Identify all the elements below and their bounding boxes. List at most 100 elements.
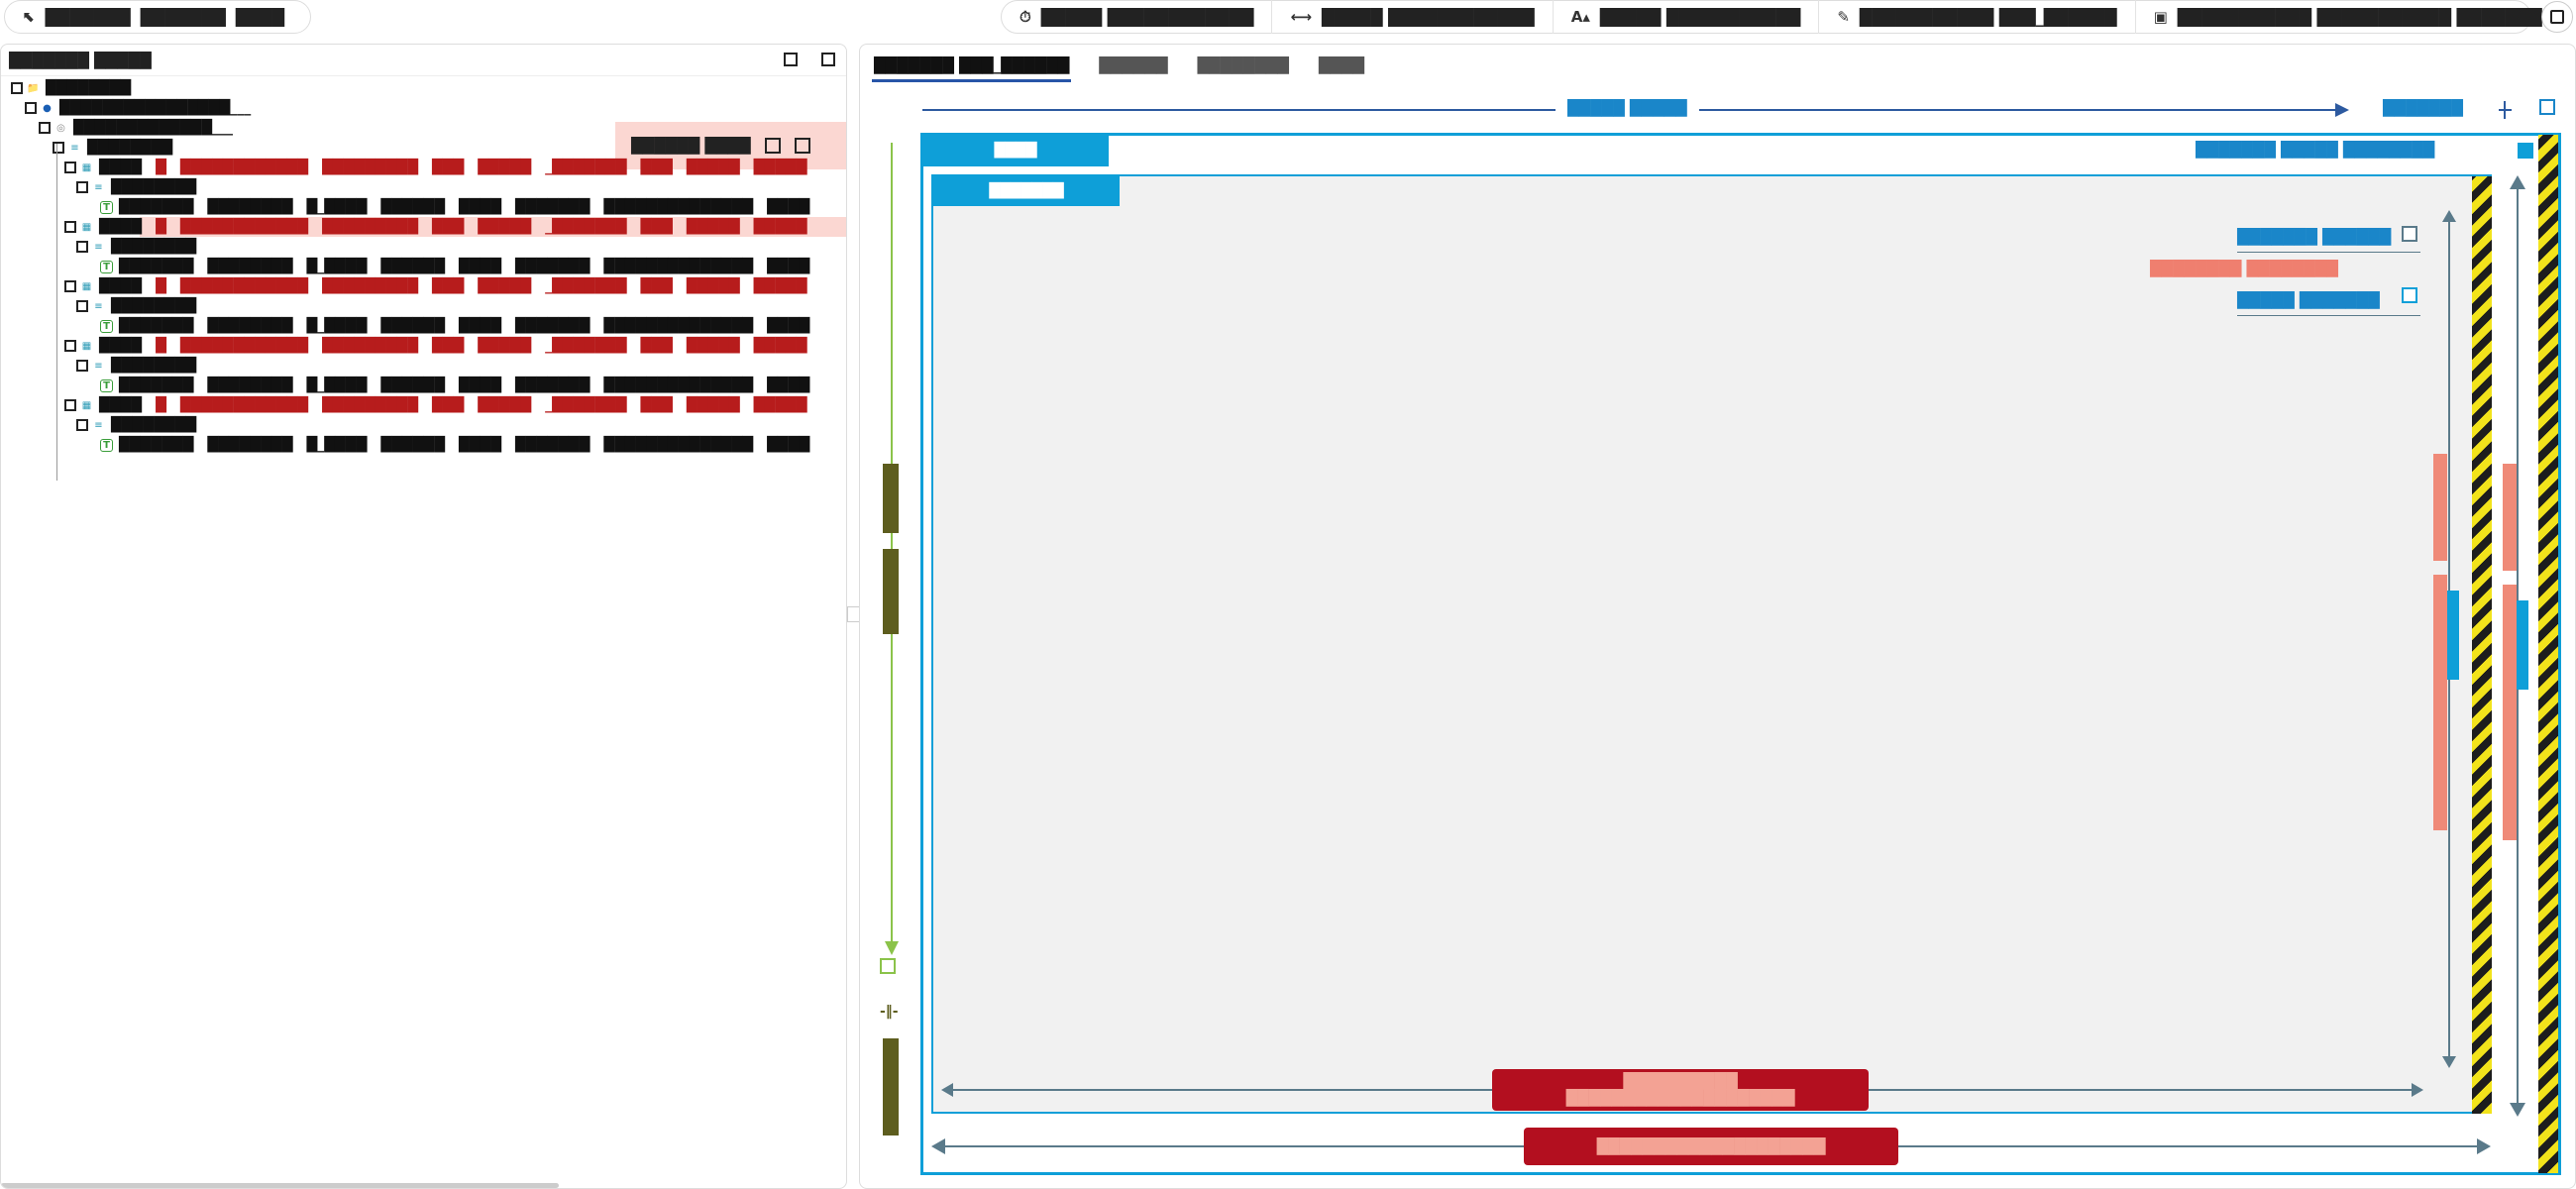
expand-toggle[interactable]: [76, 360, 88, 372]
toolbar-button-3[interactable]: ✎ ███████████ ███_██████: [1819, 0, 2136, 34]
diagram-tab-0[interactable]: ███████ ███_██████: [872, 53, 1072, 82]
salmon-bar: [2503, 585, 2517, 840]
tree-row[interactable]: ≡ ████████: [76, 415, 210, 435]
tree-row[interactable]: ▦ ████ █ ████████████ █████████ ███ █████ _████…: [64, 276, 821, 296]
tree-label: █████████████___: [73, 120, 233, 136]
tree-row[interactable]: 📁 ████████: [11, 78, 145, 98]
tree-row[interactable]: ≡ ████████: [76, 237, 210, 257]
underline-2: [2237, 315, 2420, 316]
select-tool-button[interactable]: ⬉ ███████ ███████ ████: [5, 0, 302, 34]
expand-toggle[interactable]: [64, 399, 76, 411]
toolbar-button-label: ███████████ ███_██████: [1859, 7, 2117, 27]
tree-text-token: ████: [458, 437, 502, 453]
tree-attribute-red: █: [156, 278, 166, 294]
tree-text-token: ████: [458, 199, 502, 215]
hatched-stripe-outer: [2538, 135, 2558, 1173]
expand-toggle[interactable]: [76, 300, 88, 312]
toolbar-button-label: █████ ████████████: [1321, 7, 1535, 27]
tree-attribute-red: █████████: [322, 160, 418, 175]
text-icon: T: [100, 260, 113, 273]
expand-toggle[interactable]: [39, 122, 51, 134]
tree-text-token: ███████: [119, 437, 194, 453]
expand-toggle[interactable]: [25, 102, 37, 114]
tree-row[interactable]: ≡ ████████: [76, 356, 210, 376]
expand-all-button[interactable]: [821, 53, 835, 66]
tree-row[interactable]: T ███████ ████████ █_████ ██████ ████ ███████ █…: [100, 257, 823, 276]
diagram-tab-2[interactable]: ████████: [1196, 53, 1291, 82]
blue-bar: [2447, 591, 2459, 680]
toolbar-button-label: █████ ████████████: [1040, 7, 1254, 27]
diagram-tab-1[interactable]: ██████: [1097, 53, 1169, 82]
inner-handle-2[interactable]: [2402, 287, 2417, 303]
tree-text-token: ███████: [515, 318, 590, 334]
expand-toggle[interactable]: [11, 82, 23, 94]
tree-text-token: ███████: [515, 199, 590, 215]
tree-row[interactable]: ▦ ████ █ ████████████ █████████ ███ █████ _████…: [64, 217, 821, 237]
toolbar-button-2[interactable]: A▴ █████ ███████████: [1554, 0, 1820, 34]
inner-handle-1[interactable]: [2402, 226, 2417, 242]
green-handle[interactable]: [880, 958, 896, 974]
expand-toggle[interactable]: [53, 142, 64, 154]
tree-attribute-red: █████: [686, 278, 740, 294]
tree-row[interactable]: T ███████ ████████ █_████ ██████ ████ ███████ █…: [100, 197, 823, 217]
expand-button[interactable]: [2541, 1, 2573, 33]
tree-text-token: ██████████████: [603, 199, 754, 215]
expand-toggle[interactable]: [76, 181, 88, 193]
tree-row[interactable]: ▦ ████ █ ████████████ █████████ ███ █████ _████…: [64, 336, 821, 356]
tree-attribute-red: █████: [478, 278, 532, 294]
tree-row[interactable]: ≡ ████████: [53, 138, 186, 158]
outer-frame-tag: ████: [922, 135, 1109, 166]
tree-row[interactable]: ▦ ████ █ ████████████ █████████ ███ █████ _████…: [64, 158, 821, 177]
toolbar-button-label: ███████████ ███████████ ███████: [2177, 7, 2542, 27]
tree-attribute-red: █████: [478, 397, 532, 413]
toolbar-label-b: ███████: [140, 7, 226, 27]
olive-bar: [883, 464, 899, 533]
hatched-stripe-inner: [2472, 176, 2492, 1114]
outer-width-badge: ████████████████████: [1524, 1128, 1898, 1165]
tree-row[interactable]: ≡ ████████: [76, 177, 210, 197]
top-toolbar: ⬉ ███████ ███████ ████ ⏱ █████ ██████████…: [0, 0, 2576, 34]
collapse-all-button[interactable]: [784, 53, 798, 66]
tree-text-token: ██████████████: [603, 259, 754, 274]
tree-attribute-red: █████: [753, 278, 807, 294]
cloud-icon: ◎: [56, 122, 65, 134]
expand-toggle[interactable]: [76, 241, 88, 253]
list-icon: ≡: [94, 300, 103, 312]
toolbar-button-1[interactable]: ⟷ █████ ████████████: [1272, 0, 1554, 34]
tree-row[interactable]: ≡ ████████: [76, 296, 210, 316]
toolbar-button-4[interactable]: ▣ ███████████ ███████████ ███████: [2136, 0, 2560, 34]
tree-attribute-red: █████: [478, 219, 532, 235]
tree-row[interactable]: ▦ ████ █ ████████████ █████████ ███ █████ _████…: [64, 395, 821, 415]
tree-attribute-red: ████████████: [179, 397, 309, 413]
tree-row[interactable]: T ███████ ████████ █_████ ██████ ████ ███████ █…: [100, 316, 823, 336]
tree-row[interactable]: T ███████ ████████ █_████ ██████ ████ ███████ █…: [100, 376, 823, 395]
tree-row[interactable]: T ███████ ████████ █_████ ██████ ████ ███████ █…: [100, 435, 823, 455]
close-highlight-button[interactable]: [794, 138, 810, 154]
tree-row[interactable]: ● ████████████████___: [25, 98, 265, 118]
tree-attribute-red: ████████████: [179, 278, 309, 294]
horizontal-scrollbar[interactable]: [1, 1183, 559, 1188]
expand-toggle[interactable]: [64, 162, 76, 173]
tree-row[interactable]: ◎ █████████████___: [39, 118, 247, 138]
width-icon: ⟷: [1290, 8, 1312, 26]
text-icon: T: [100, 378, 113, 392]
tree-attribute-red: █████: [686, 397, 740, 413]
tree-text-token: ██████████████: [603, 318, 754, 334]
expand-toggle[interactable]: [64, 340, 76, 352]
toolbar-button-0[interactable]: ⏱ █████ ████████████: [1002, 0, 1273, 34]
pin-button[interactable]: [764, 138, 781, 154]
tree-attribute-red: █: [156, 397, 166, 413]
top-right-label: ███████: [2383, 99, 2463, 117]
corner-handle[interactable]: [2539, 99, 2555, 115]
tree-guide-line: [56, 144, 57, 481]
tree-label: ████████: [46, 80, 132, 96]
tree-text-token: ████: [767, 318, 810, 334]
panel-header: ███████ █████: [1, 45, 846, 76]
stopwatch-icon: ⏱: [1020, 8, 1031, 26]
tree-attribute-red: █████████: [322, 278, 418, 294]
expand-toggle[interactable]: [64, 221, 76, 233]
expand-toggle[interactable]: [76, 419, 88, 431]
diagram-tab-3[interactable]: ████: [1317, 53, 1366, 82]
expand-toggle[interactable]: [64, 280, 76, 292]
tree-attribute-red: ███: [431, 397, 465, 413]
